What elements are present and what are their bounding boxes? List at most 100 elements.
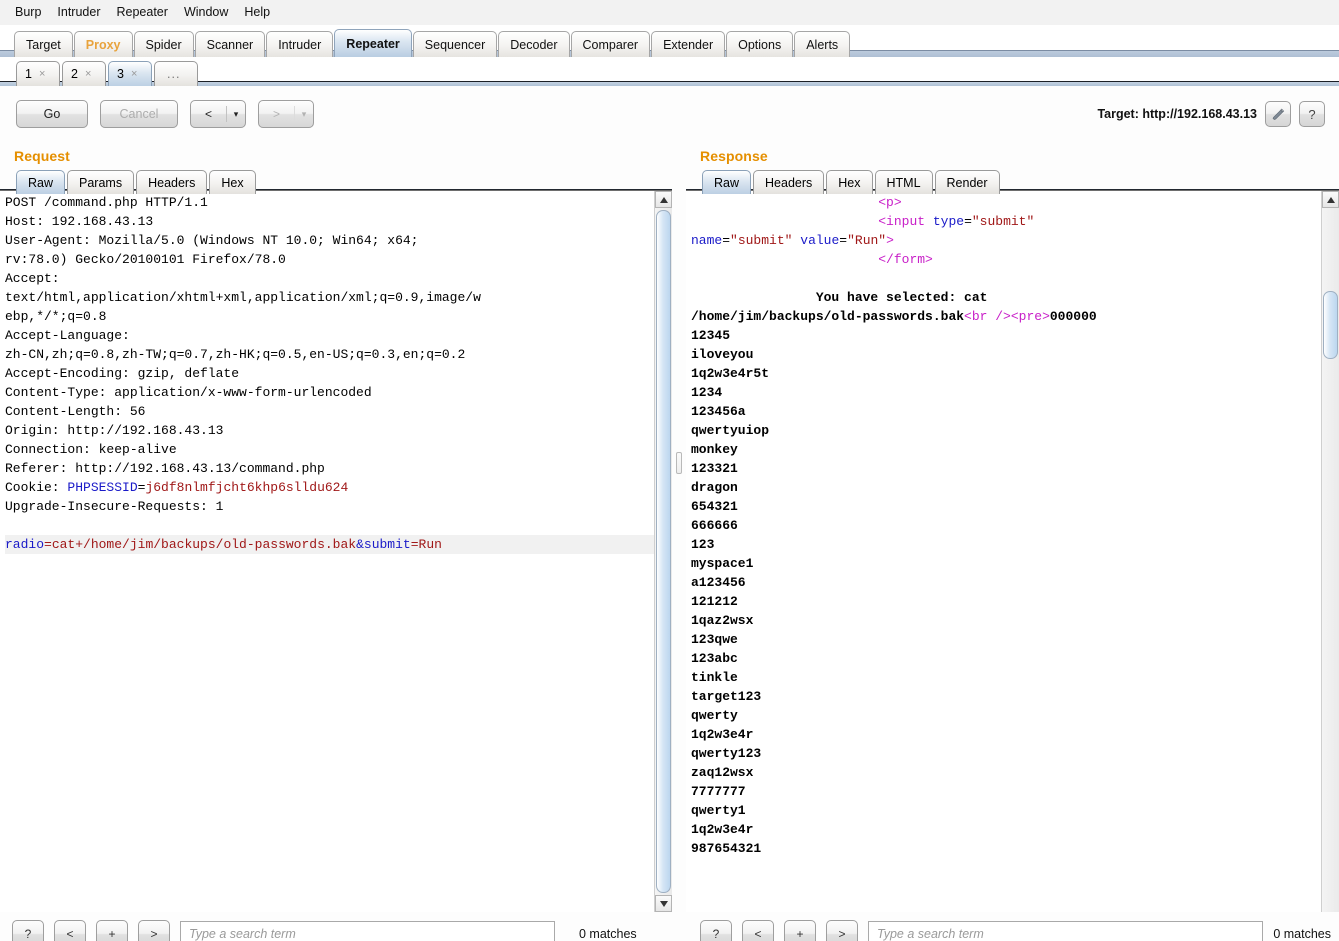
- scrollbar-thumb[interactable]: [1323, 291, 1338, 359]
- html-input-tag: <input: [878, 214, 933, 229]
- response-search-next-button[interactable]: >: [826, 920, 858, 941]
- request-tab-headers[interactable]: Headers: [136, 170, 208, 194]
- response-search-help-button[interactable]: ?: [700, 920, 732, 941]
- menu-item-window[interactable]: Window: [177, 2, 235, 22]
- splitter-grip[interactable]: [676, 452, 682, 474]
- back-button[interactable]: < ▾: [190, 100, 246, 128]
- response-title: Response: [700, 148, 768, 164]
- response-pane: Response Raw Headers Hex HTML Render <p>…: [686, 142, 1339, 912]
- repeater-tab-3[interactable]: 3 ×: [108, 61, 152, 86]
- tab-repeater[interactable]: Repeater: [334, 29, 412, 57]
- request-search-help-button[interactable]: ?: [12, 920, 44, 941]
- response-tab-headers[interactable]: Headers: [753, 170, 825, 194]
- tab-intruder[interactable]: Intruder: [266, 31, 334, 57]
- back-arrow-icon: <: [204, 107, 212, 121]
- request-search-add-button[interactable]: +: [96, 920, 128, 941]
- request-search-prev-button[interactable]: <: [54, 920, 86, 941]
- triangle-up-icon: [1326, 196, 1335, 203]
- password-entry: monkey: [691, 442, 738, 457]
- scroll-up-button[interactable]: [655, 191, 672, 208]
- menu-item-repeater[interactable]: Repeater: [110, 2, 175, 22]
- scroll-up-button[interactable]: [1322, 191, 1339, 208]
- repeater-tab-3-label: 3: [117, 67, 124, 81]
- forward-button[interactable]: > ▾: [258, 100, 314, 128]
- html-p-tag: <p>: [878, 195, 902, 210]
- tab-sequencer[interactable]: Sequencer: [412, 31, 498, 57]
- menu-item-intruder[interactable]: Intruder: [50, 2, 107, 22]
- response-vertical-scrollbar[interactable]: [1321, 191, 1339, 912]
- tab-options[interactable]: Options: [726, 31, 794, 57]
- menu-item-burp[interactable]: Burp: [8, 2, 48, 22]
- close-icon[interactable]: ×: [131, 68, 137, 80]
- password-entry: 1qaz2wsx: [691, 613, 754, 628]
- response-tab-hex[interactable]: Hex: [826, 170, 873, 194]
- password-entry: myspace1: [691, 556, 754, 571]
- tab-target[interactable]: Target: [14, 31, 73, 57]
- tab-spider[interactable]: Spider: [133, 31, 194, 57]
- password-entry: 123qwe: [691, 632, 738, 647]
- edit-target-button[interactable]: [1265, 101, 1291, 127]
- close-icon[interactable]: ×: [39, 68, 45, 80]
- attr-type: type: [932, 214, 965, 229]
- help-button[interactable]: ?: [1299, 101, 1325, 127]
- tab-alerts[interactable]: Alerts: [794, 31, 851, 57]
- password-entry: 123456a: [691, 404, 746, 419]
- password-entry: 1q2w3e4r: [691, 727, 754, 742]
- password-entry: 987654321: [691, 841, 762, 856]
- password-entry: a123456: [691, 575, 746, 590]
- request-tab-hex[interactable]: Hex: [209, 170, 256, 194]
- password-entry: qwerty: [691, 708, 738, 723]
- attr-type-value: "submit": [971, 214, 1035, 229]
- password-entry: qwerty123: [691, 746, 762, 761]
- repeater-tab-1[interactable]: 1 ×: [16, 61, 60, 86]
- response-search-input[interactable]: Type a search term: [868, 921, 1264, 941]
- response-tab-html[interactable]: HTML: [874, 170, 933, 194]
- body-param-radio-value: cat+/home/jim/backups/old-passwords.bak: [51, 537, 357, 552]
- go-button[interactable]: Go: [16, 100, 88, 128]
- repeater-tab-new[interactable]: ...: [154, 61, 198, 86]
- tab-proxy[interactable]: Proxy: [73, 31, 133, 57]
- repeater-tab-2-label: 2: [71, 67, 78, 81]
- tab-extender[interactable]: Extender: [651, 31, 726, 57]
- scrollbar-thumb[interactable]: [656, 210, 671, 893]
- body-amp: &: [356, 537, 364, 552]
- request-search-input[interactable]: Type a search term: [180, 921, 555, 941]
- request-title: Request: [14, 148, 70, 164]
- repeater-tab-2[interactable]: 2 ×: [62, 61, 106, 86]
- close-icon[interactable]: ×: [85, 68, 91, 80]
- body-param-submit-value: Run: [418, 537, 442, 552]
- request-raw-editor[interactable]: POST /command.php HTTP/1.1 Host: 192.168…: [0, 191, 654, 912]
- burp-suite-window: Burp Intruder Repeater Window Help Targe…: [0, 0, 1339, 941]
- tab-decoder[interactable]: Decoder: [498, 31, 570, 57]
- question-mark-icon: ?: [1308, 106, 1316, 122]
- response-raw-editor[interactable]: <p> <input type="submit" name="submit" v…: [686, 191, 1321, 912]
- request-tab-params[interactable]: Params: [67, 170, 135, 194]
- html-pre-tag: <pre>: [1010, 309, 1050, 324]
- response-search-prev-button[interactable]: <: [742, 920, 774, 941]
- scroll-down-button[interactable]: [655, 895, 672, 912]
- chevron-down-icon[interactable]: ▾: [227, 109, 245, 120]
- body-param-submit-name: submit: [363, 537, 411, 552]
- password-entry: tinkle: [691, 670, 738, 685]
- request-line: Accept-Encoding: gzip, deflate: [5, 366, 240, 381]
- selected-file-path: /home/jim/backups/old-passwords.bak: [691, 309, 965, 324]
- chevron-down-icon[interactable]: ▾: [295, 109, 313, 120]
- cancel-button[interactable]: Cancel: [100, 100, 178, 128]
- request-line: Content-Type: application/x-www-form-url…: [5, 385, 372, 400]
- repeater-toolbar: Go Cancel < ▾ > ▾ Target: http://192.168…: [0, 86, 1339, 142]
- search-bars: ? < + > Type a search term 0 matches ? <…: [0, 912, 1339, 941]
- menu-item-help[interactable]: Help: [237, 2, 277, 22]
- tab-comparer[interactable]: Comparer: [570, 31, 651, 57]
- request-vertical-scrollbar[interactable]: [654, 191, 672, 912]
- password-entry: 121212: [691, 594, 738, 609]
- body-eq: =: [44, 537, 52, 552]
- response-tab-raw[interactable]: Raw: [702, 170, 752, 194]
- request-tab-raw[interactable]: Raw: [16, 170, 66, 194]
- response-search-add-button[interactable]: +: [784, 920, 816, 941]
- pane-splitter[interactable]: [672, 142, 686, 912]
- request-line: rv:78.0) Gecko/20100101 Firefox/78.0: [5, 252, 286, 267]
- tab-scanner[interactable]: Scanner: [194, 31, 266, 57]
- repeater-tab-strip: 1 × 2 × 3 × ...: [0, 57, 1339, 86]
- request-search-next-button[interactable]: >: [138, 920, 170, 941]
- response-tab-render[interactable]: Render: [934, 170, 1000, 194]
